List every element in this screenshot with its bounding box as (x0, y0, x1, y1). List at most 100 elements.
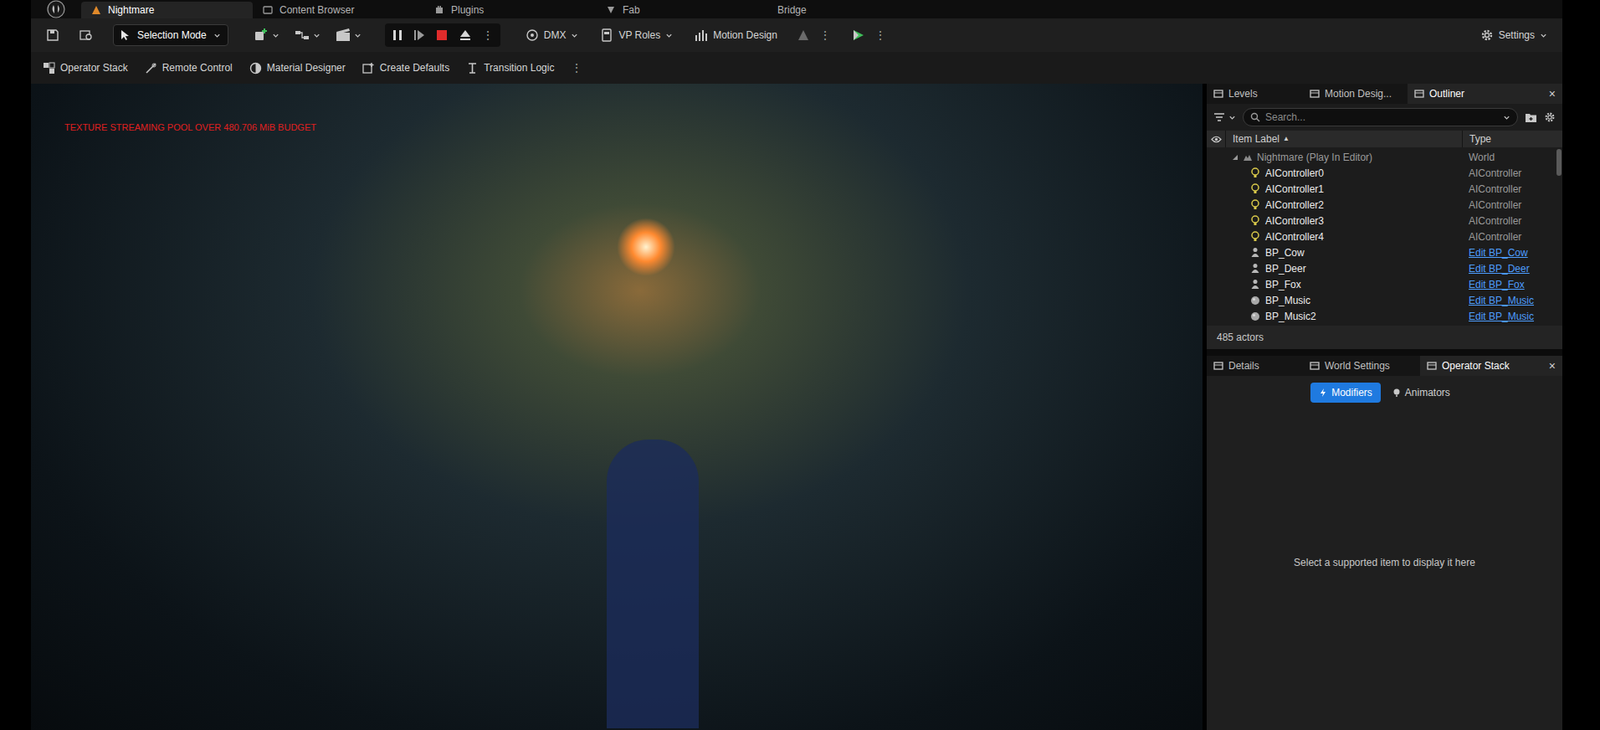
outliner-row[interactable]: BP_CowEdit BP_Cow (1206, 244, 1555, 261)
secondary-toolbar-button[interactable]: Remote Control (144, 60, 233, 76)
secondary-toolbar-button[interactable]: Transition Logic (466, 60, 554, 76)
outliner-row[interactable]: BP_Music2Edit BP_Music (1206, 307, 1555, 324)
stop-button[interactable] (435, 28, 449, 42)
play-options-button[interactable]: ⋮ (482, 26, 494, 45)
edit-blueprint-link[interactable]: Edit BP_Cow (1461, 245, 1529, 261)
selection-mode-dropdown[interactable]: Selection Mode (112, 24, 229, 47)
unreal-logo-icon (46, 0, 66, 19)
outliner-row[interactable]: Nightmare (Play In Editor) World (1206, 148, 1555, 165)
search-input[interactable] (1265, 109, 1498, 125)
row-type: AIController (1461, 229, 1522, 245)
outliner-list: Nightmare (Play In Editor)WorldAIControl… (1206, 147, 1555, 326)
secondary-toolbar-button[interactable]: Create Defaults (362, 60, 450, 76)
eject-button[interactable] (458, 28, 472, 42)
row-type: World (1461, 149, 1495, 165)
outliner-row[interactable]: AIController3AIController (1206, 212, 1555, 229)
outliner-row[interactable]: AIController4AIController (1206, 228, 1555, 245)
outliner-row[interactable]: AIController2AIController (1206, 196, 1555, 213)
platforms-button[interactable] (795, 27, 811, 43)
outliner-row[interactable]: AIController0AIController (1206, 164, 1555, 181)
panel-tab-bar: DetailsWorld SettingsOperator Stack× (1206, 355, 1563, 376)
secondary-toolbar-button[interactable]: Operator Stack (42, 60, 129, 76)
outliner-footer: 485 actors (1206, 325, 1563, 349)
settings-button[interactable]: Settings (1480, 27, 1548, 43)
edit-blueprint-link[interactable]: Edit BP_Music (1461, 292, 1534, 308)
panel-tab[interactable]: Details (1206, 355, 1303, 376)
secondary-toolbar-button[interactable]: Material Designer (249, 60, 346, 76)
outliner-row[interactable]: BP_MusicEdit BP_Music (1206, 292, 1555, 308)
controller-icon (1250, 183, 1261, 195)
row-label: BP_Deer (1265, 261, 1307, 277)
chevron-down-icon (665, 31, 673, 40)
pause-button[interactable] (391, 28, 404, 42)
browse-icon (79, 28, 93, 42)
viewport[interactable]: TEXTURE STREAMING POOL OVER 480.706 MiB … (30, 83, 1203, 730)
toolbar-dropdown-button[interactable] (294, 27, 321, 43)
new-folder-button[interactable] (1524, 112, 1538, 124)
panel-tab-icon (1213, 88, 1224, 99)
document-tab[interactable]: Fab (595, 1, 768, 19)
document-tab[interactable]: Nightmare (81, 1, 253, 19)
toolbar-dropdown-button[interactable] (335, 27, 362, 43)
main-toolbar: Selection Mode ⋮ DMX VP Roles Motion Design ⋮… (30, 18, 1563, 52)
item-label-column[interactable]: Item Label▲ (1225, 130, 1462, 148)
launch-button[interactable] (851, 27, 867, 43)
document-tab[interactable]: Plugins (424, 1, 596, 19)
outliner-row[interactable]: AIController1AIController (1206, 180, 1555, 197)
mode-button[interactable]: Modifiers (1310, 382, 1381, 403)
panel-tab-icon (1309, 88, 1320, 99)
edit-blueprint-link[interactable]: Edit BP_Fox (1461, 276, 1525, 293)
mode-button[interactable]: Animators (1384, 382, 1459, 403)
edit-blueprint-link[interactable]: Edit BP_Music (1461, 308, 1534, 324)
close-tab-button[interactable]: × (1548, 357, 1556, 375)
outliner-row[interactable]: BP_Fox Edit BP_Fox (1206, 276, 1555, 293)
chevron-down-icon (312, 31, 321, 40)
row-label: Nightmare (Play In Editor) (1256, 149, 1373, 165)
toolbar-menu[interactable]: DMX (525, 27, 580, 43)
pawn-icon (1250, 262, 1261, 274)
controller-icon (1250, 215, 1261, 226)
chevron-down-icon (271, 31, 280, 40)
panel-tab[interactable]: World Settings (1302, 355, 1421, 376)
more-button[interactable]: ⋮ (570, 59, 583, 77)
step-icon (413, 28, 426, 42)
visibility-column (1206, 135, 1226, 144)
panel-tab[interactable]: Levels (1206, 83, 1303, 104)
scrollbar-thumb[interactable] (1556, 148, 1562, 176)
toolbar-menu[interactable]: Motion Design (694, 27, 778, 43)
stop-icon (435, 28, 449, 42)
outliner-row[interactable]: BP_Deer Edit BP_Deer (1206, 260, 1555, 277)
secondary-toolbar: Operator Stack Remote Control Material Des… (30, 51, 1563, 84)
chevron-down-icon (1502, 113, 1511, 122)
tab-label: Bridge (777, 2, 807, 18)
close-tab-button[interactable]: × (1548, 85, 1556, 103)
more-button[interactable]: ⋮ (819, 26, 831, 45)
toolbar-menus: DMX VP Roles Motion Design (525, 27, 778, 43)
browse-button[interactable] (76, 25, 97, 46)
expander-icon (1231, 153, 1239, 161)
add-tools (253, 27, 362, 43)
more-button[interactable]: ⋮ (874, 26, 887, 45)
type-column[interactable]: Type (1461, 130, 1563, 148)
toolbar-dropdown-button[interactable] (253, 27, 280, 43)
panel-tab[interactable]: Operator Stack× (1420, 355, 1563, 376)
filter-button[interactable] (1213, 112, 1236, 123)
row-label: BP_Fox (1265, 276, 1302, 293)
panel-splitter[interactable] (1206, 348, 1563, 356)
outliner-settings-button[interactable] (1543, 111, 1556, 124)
dmx-icon (525, 28, 539, 42)
resume-button[interactable] (413, 28, 426, 42)
panel-tab[interactable]: Outliner× (1407, 83, 1563, 104)
modifier-icon (1318, 387, 1328, 398)
toolbar-menu[interactable]: VP Roles (600, 27, 673, 43)
save-button[interactable] (42, 25, 63, 46)
sort-indicator: ▲ (1282, 133, 1290, 144)
panel-tab[interactable]: Motion Desig... (1302, 83, 1408, 104)
toolbar-menu-label: DMX (543, 27, 567, 43)
document-tab[interactable]: Bridge (767, 1, 939, 19)
document-tab[interactable]: Content Browser (252, 1, 425, 19)
controller-icon (1250, 230, 1261, 242)
scrollbar[interactable] (1554, 147, 1563, 326)
edit-blueprint-link[interactable]: Edit BP_Deer (1461, 261, 1530, 277)
operator-stack-panel: ModifiersAnimatorsSelect a supported ite… (1206, 375, 1563, 730)
